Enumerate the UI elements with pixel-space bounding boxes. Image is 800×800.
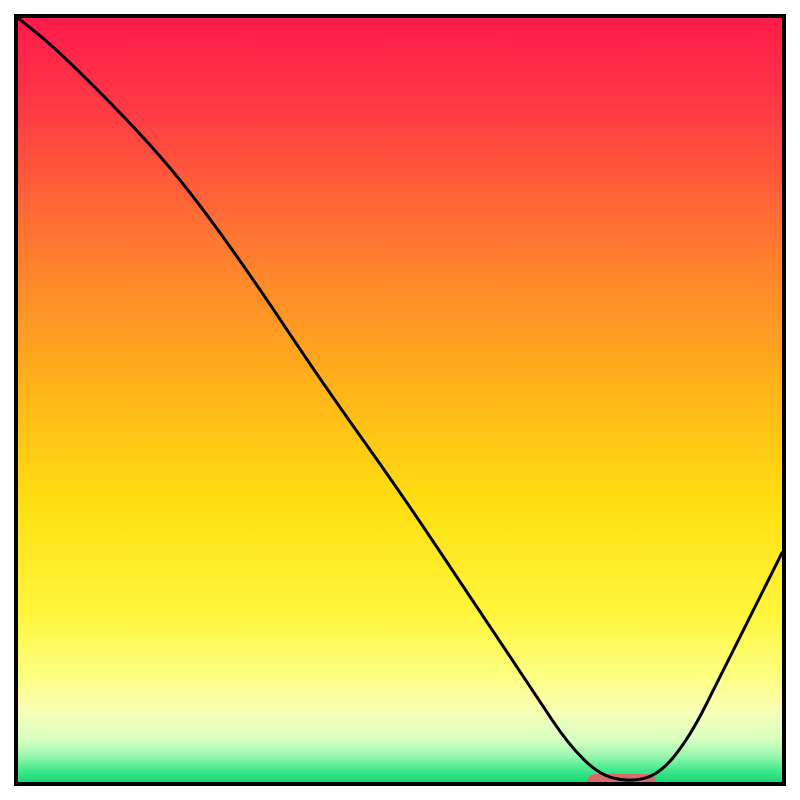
gradient-background xyxy=(18,18,782,782)
chart-frame: TheBottleneck.com xyxy=(14,14,786,786)
bottleneck-chart xyxy=(18,18,782,782)
